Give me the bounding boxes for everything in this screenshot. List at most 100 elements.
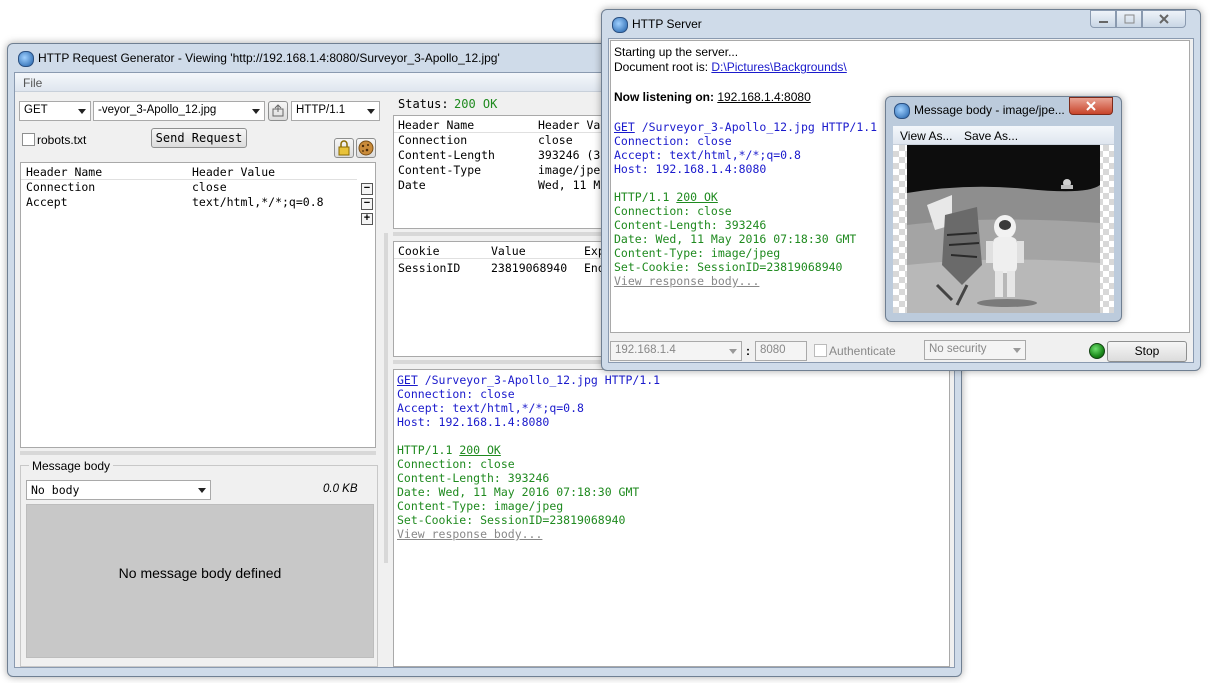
log-response-status[interactable]: 200 OK — [676, 190, 718, 204]
log-response-status[interactable]: 200 OK — [459, 443, 501, 457]
cookie-button[interactable] — [356, 138, 376, 158]
right-top-splitter[interactable] — [393, 232, 623, 236]
image-viewer — [893, 145, 1114, 313]
menu-save-as[interactable]: Save As... — [964, 129, 1018, 143]
window-title: HTTP Request Generator - Viewing 'http:/… — [38, 51, 500, 65]
col-header-name[interactable]: Header Name — [398, 118, 474, 132]
version-select[interactable]: HTTP/1.1 — [291, 101, 380, 121]
response-headers-table: Header Name Header Va Connection close C… — [393, 115, 625, 229]
open-url-button[interactable] — [268, 101, 288, 121]
app-icon — [612, 17, 628, 33]
header-name-cell: Connection — [26, 180, 96, 194]
log-request-method[interactable]: GET — [397, 373, 418, 387]
table-row[interactable]: Content-Type image/jpe — [394, 163, 624, 178]
log-request-target: /Surveyor_3-Apollo_12.jpg HTTP/1.1 — [417, 373, 661, 387]
version-value: HTTP/1.1 — [296, 104, 346, 116]
header-name-cell: Content-Type — [398, 163, 482, 177]
response-headers-header-row: Header Name Header Va — [394, 116, 624, 133]
stop-label: Stop — [1134, 344, 1160, 358]
log-request-header: Host: 192.168.1.4:8080 — [397, 415, 550, 429]
method-select[interactable]: GET — [19, 101, 91, 121]
cookie-name-cell: SessionID — [398, 261, 461, 275]
port-input[interactable]: 8080 — [755, 341, 807, 361]
docroot-link[interactable]: D:\Pictures\Backgrounds\ — [711, 60, 846, 74]
status-value: 200 OK — [454, 97, 498, 111]
log-response-header: Content-Type: image/jpeg — [397, 499, 564, 513]
left-horizontal-splitter[interactable] — [20, 451, 376, 455]
table-row[interactable]: Content-Length 393246 (3 — [394, 148, 624, 163]
message-body-legend: Message body — [29, 459, 114, 473]
maximize-button[interactable] — [1116, 10, 1142, 28]
col-header-value[interactable]: Header Va — [538, 118, 600, 132]
message-body-window: Message body - image/jpe... View As... S… — [885, 96, 1122, 322]
app-icon — [18, 51, 34, 67]
col-value[interactable]: Value — [491, 244, 526, 258]
log-response-header: Date: Wed, 11 May 2016 07:18:30 GMT — [397, 485, 640, 499]
header-name-cell: Accept — [26, 195, 68, 209]
ip-value: 192.168.1.4 — [615, 344, 676, 356]
server-startup-line: Starting up the server... — [614, 45, 739, 59]
server-title: HTTP Server — [632, 17, 702, 31]
cookie-icon — [358, 140, 374, 156]
table-row[interactable]: SessionID 23819068940 End — [394, 261, 624, 276]
security-select[interactable]: No security — [924, 340, 1026, 360]
menu-view-as[interactable]: View As... — [900, 129, 952, 143]
chevron-down-icon — [729, 349, 737, 354]
table-row[interactable]: Connection close — [21, 180, 357, 195]
status-label: Status: — [398, 97, 449, 111]
add-header-button[interactable]: + — [361, 213, 373, 225]
url-input[interactable]: -veyor_3-Apollo_12.jpg — [93, 101, 265, 121]
ip-select[interactable]: 192.168.1.4 — [610, 341, 742, 361]
authenticate-label: Authenticate — [829, 344, 896, 358]
log-request-header: Host: 192.168.1.4:8080 — [614, 162, 767, 176]
close-button[interactable] — [1069, 97, 1113, 115]
header-value-cell: close — [538, 133, 573, 147]
robots-checkbox[interactable] — [22, 133, 35, 146]
authenticate-checkbox[interactable] — [814, 344, 827, 357]
vertical-splitter[interactable] — [384, 233, 388, 563]
log-response-header: Connection: close — [614, 204, 732, 218]
menu-file[interactable]: File — [23, 76, 42, 90]
log-request-header: Connection: close — [397, 387, 515, 401]
moon-photo-image — [907, 145, 1100, 313]
minimize-button[interactable] — [1090, 10, 1116, 28]
message-body-menu: View As... Save As... — [893, 126, 1114, 145]
app-icon — [894, 103, 910, 119]
log-request-line: GET /Surveyor_3-Apollo_12.jpg HTTP/1.1 — [397, 373, 660, 387]
message-body-group: Message body No body 0.0 KB No message b… — [20, 459, 378, 667]
table-row[interactable]: Accept text/html,*/*;q=0.8 — [21, 195, 357, 210]
log-response-header: Content-Length: 393246 — [614, 218, 767, 232]
port-value: 8080 — [760, 344, 786, 356]
log-request-target: /Surveyor_3-Apollo_12.jpg HTTP/1.1 — [634, 120, 878, 134]
lock-button[interactable] — [334, 138, 354, 158]
view-response-body-link[interactable]: View response body... — [614, 274, 759, 288]
log-request-line: GET /Surveyor_3-Apollo_12.jpg HTTP/1.1 — [614, 120, 877, 134]
message-body-titlebar[interactable]: Message body - image/jpe... — [886, 97, 1121, 121]
cookies-header-row: Cookie Value Exp — [394, 242, 624, 259]
stop-button[interactable]: Stop — [1107, 341, 1187, 362]
table-row[interactable]: Connection close — [394, 133, 624, 148]
open-icon — [272, 104, 284, 117]
url-value: -veyor_3-Apollo_12.jpg — [98, 104, 217, 116]
body-type-select[interactable]: No body — [26, 480, 211, 500]
col-header-name[interactable]: Header Name — [26, 165, 102, 179]
chevron-down-icon — [198, 488, 206, 493]
listening-label: Now listening on: — [614, 90, 718, 104]
table-row[interactable]: Date Wed, 11 M — [394, 178, 624, 193]
log-request-method[interactable]: GET — [614, 120, 635, 134]
header-value-cell: close — [192, 180, 227, 194]
send-request-button[interactable]: Send Request — [151, 128, 247, 148]
server-titlebar[interactable]: HTTP Server — [602, 10, 1200, 38]
right-bottom-splitter[interactable] — [393, 360, 623, 364]
port-separator: : — [746, 344, 750, 358]
col-cookie[interactable]: Cookie — [398, 244, 440, 258]
server-docroot-line: Document root is: D:\Pictures\Background… — [614, 60, 847, 74]
header-name-cell: Connection — [398, 133, 468, 147]
chevron-down-icon — [252, 109, 260, 114]
col-header-value[interactable]: Header Value — [192, 165, 275, 179]
remove-header-button[interactable]: − — [361, 183, 373, 195]
view-response-body-link[interactable]: View response body... — [397, 527, 542, 541]
log-response-version: HTTP/1.1 — [397, 443, 460, 457]
close-button[interactable] — [1142, 10, 1186, 28]
remove-header-button[interactable]: − — [361, 198, 373, 210]
